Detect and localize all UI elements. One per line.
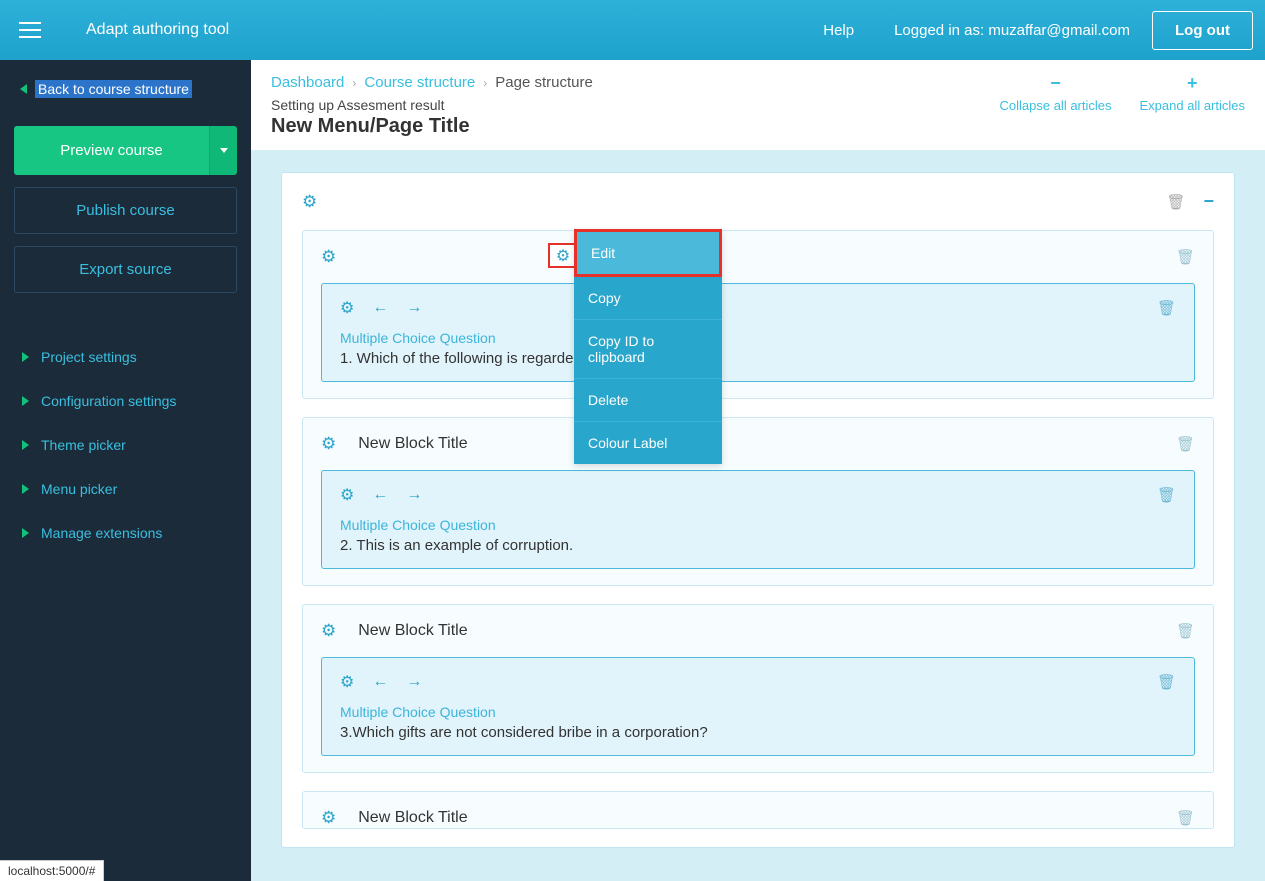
menu-item-delete[interactable]: Delete bbox=[574, 379, 722, 422]
chevron-right-icon bbox=[22, 352, 29, 362]
trash-icon[interactable] bbox=[1176, 248, 1195, 266]
block-title: New Block Title bbox=[358, 809, 467, 827]
arrow-left-icon[interactable] bbox=[372, 299, 388, 317]
menu-item-copy-id[interactable]: Copy ID to clipboard bbox=[574, 320, 722, 379]
main-content: Dashboard › Course structure › Page stru… bbox=[251, 60, 1265, 881]
collapse-icon[interactable]: − bbox=[1203, 191, 1214, 212]
chevron-right-icon bbox=[22, 440, 29, 450]
page-subtitle: Setting up Assesment result bbox=[271, 97, 593, 113]
trash-icon[interactable] bbox=[1157, 486, 1176, 504]
help-link[interactable]: Help bbox=[823, 22, 854, 39]
plus-icon: + bbox=[1187, 74, 1198, 92]
block: New Block Title bbox=[302, 791, 1214, 829]
gear-icon[interactable] bbox=[302, 192, 317, 212]
sidebar-item-configuration-settings[interactable]: Configuration settings bbox=[22, 379, 237, 423]
gear-icon[interactable] bbox=[321, 621, 336, 641]
chevron-right-icon: › bbox=[483, 76, 487, 90]
hamburger-icon[interactable] bbox=[8, 8, 52, 52]
sidebar-item-label: Project settings bbox=[41, 349, 137, 365]
component-text: 3.Which gifts are not considered bribe i… bbox=[340, 724, 1176, 741]
gear-icon[interactable] bbox=[321, 808, 336, 828]
status-bar: localhost:5000/# bbox=[0, 860, 104, 881]
gear-icon[interactable] bbox=[340, 672, 354, 692]
sidebar-item-menu-picker[interactable]: Menu picker bbox=[22, 467, 237, 511]
chevron-left-icon bbox=[20, 84, 27, 94]
component-type: Multiple Choice Question bbox=[340, 517, 1176, 533]
export-source-button[interactable]: Export source bbox=[14, 246, 237, 293]
preview-course-button[interactable]: Preview course bbox=[14, 126, 209, 175]
collapse-all-button[interactable]: − Collapse all articles bbox=[1000, 74, 1112, 113]
arrow-right-icon[interactable] bbox=[406, 299, 422, 317]
chevron-right-icon bbox=[22, 396, 29, 406]
sidebar-item-label: Theme picker bbox=[41, 437, 126, 453]
trash-icon[interactable] bbox=[1157, 673, 1176, 691]
top-bar: Adapt authoring tool Help Logged in as: … bbox=[0, 0, 1265, 60]
trash-icon[interactable] bbox=[1176, 622, 1195, 640]
logged-in-text: Logged in as: muzaffar@gmail.com bbox=[894, 22, 1130, 39]
minus-icon: − bbox=[1050, 74, 1061, 92]
sidebar-item-theme-picker[interactable]: Theme picker bbox=[22, 423, 237, 467]
gear-icon[interactable] bbox=[340, 298, 354, 318]
breadcrumb-dashboard[interactable]: Dashboard bbox=[271, 74, 344, 91]
breadcrumb-bar: Dashboard › Course structure › Page stru… bbox=[251, 60, 1265, 150]
component-text: 2. This is an example of corruption. bbox=[340, 537, 1176, 554]
chevron-right-icon bbox=[22, 528, 29, 538]
expand-all-button[interactable]: + Expand all articles bbox=[1140, 74, 1246, 113]
article-context-menu: Edit Copy Copy ID to clipboard Delete Co… bbox=[574, 229, 722, 464]
gear-icon[interactable] bbox=[321, 247, 336, 267]
component: Multiple Choice Question 2. This is an e… bbox=[321, 470, 1195, 569]
breadcrumb-current: Page structure bbox=[495, 74, 593, 91]
component-type: Multiple Choice Question bbox=[340, 330, 1176, 346]
block: New Block Title Multiple Choice Question… bbox=[302, 417, 1214, 586]
arrow-left-icon[interactable] bbox=[372, 673, 388, 691]
trash-icon[interactable] bbox=[1176, 435, 1195, 453]
logout-button[interactable]: Log out bbox=[1152, 11, 1253, 50]
trash-icon[interactable] bbox=[1157, 299, 1176, 317]
trash-icon[interactable] bbox=[1176, 809, 1195, 827]
gear-icon[interactable] bbox=[340, 485, 354, 505]
sidebar-item-label: Manage extensions bbox=[41, 525, 162, 541]
page-title: New Menu/Page Title bbox=[271, 115, 593, 138]
sidebar: Back to course structure Preview course … bbox=[0, 60, 251, 881]
chevron-right-icon bbox=[22, 484, 29, 494]
arrow-right-icon[interactable] bbox=[406, 673, 422, 691]
gear-icon[interactable] bbox=[321, 434, 336, 454]
article: New Article Title − e bbox=[281, 172, 1235, 848]
component: Multiple Choice Question 3.Which gifts a… bbox=[321, 657, 1195, 756]
publish-course-button[interactable]: Publish course bbox=[14, 187, 237, 234]
menu-item-colour-label[interactable]: Colour Label bbox=[574, 422, 722, 464]
component: Multiple Choice Question 1. Which of the… bbox=[321, 283, 1195, 382]
sidebar-item-manage-extensions[interactable]: Manage extensions bbox=[22, 511, 237, 555]
block: e Multiple Choice Question 1. Which of t… bbox=[302, 230, 1214, 399]
arrow-left-icon[interactable] bbox=[372, 486, 388, 504]
gear-icon bbox=[556, 246, 570, 266]
trash-icon[interactable] bbox=[1166, 193, 1185, 211]
component-type: Multiple Choice Question bbox=[340, 704, 1176, 720]
breadcrumb: Dashboard › Course structure › Page stru… bbox=[271, 74, 593, 91]
menu-item-edit[interactable]: Edit bbox=[574, 229, 722, 277]
arrow-right-icon[interactable] bbox=[406, 486, 422, 504]
breadcrumb-course-structure[interactable]: Course structure bbox=[364, 74, 475, 91]
block-title: New Block Title bbox=[358, 622, 467, 640]
sidebar-item-label: Menu picker bbox=[41, 481, 117, 497]
menu-item-copy[interactable]: Copy bbox=[574, 277, 722, 320]
chevron-right-icon: › bbox=[352, 76, 356, 90]
component-text: 1. Which of the following is regarded as… bbox=[340, 350, 1176, 367]
sidebar-item-project-settings[interactable]: Project settings bbox=[22, 335, 237, 379]
block-title: New Block Title bbox=[358, 435, 467, 453]
back-to-course-link[interactable]: Back to course structure bbox=[14, 80, 237, 98]
sidebar-item-label: Configuration settings bbox=[41, 393, 176, 409]
app-title: Adapt authoring tool bbox=[86, 21, 229, 39]
user-email: muzaffar@gmail.com bbox=[988, 22, 1130, 39]
block: New Block Title Multiple Choice Question… bbox=[302, 604, 1214, 773]
preview-dropdown-toggle[interactable] bbox=[209, 126, 237, 175]
caret-down-icon bbox=[220, 148, 228, 153]
